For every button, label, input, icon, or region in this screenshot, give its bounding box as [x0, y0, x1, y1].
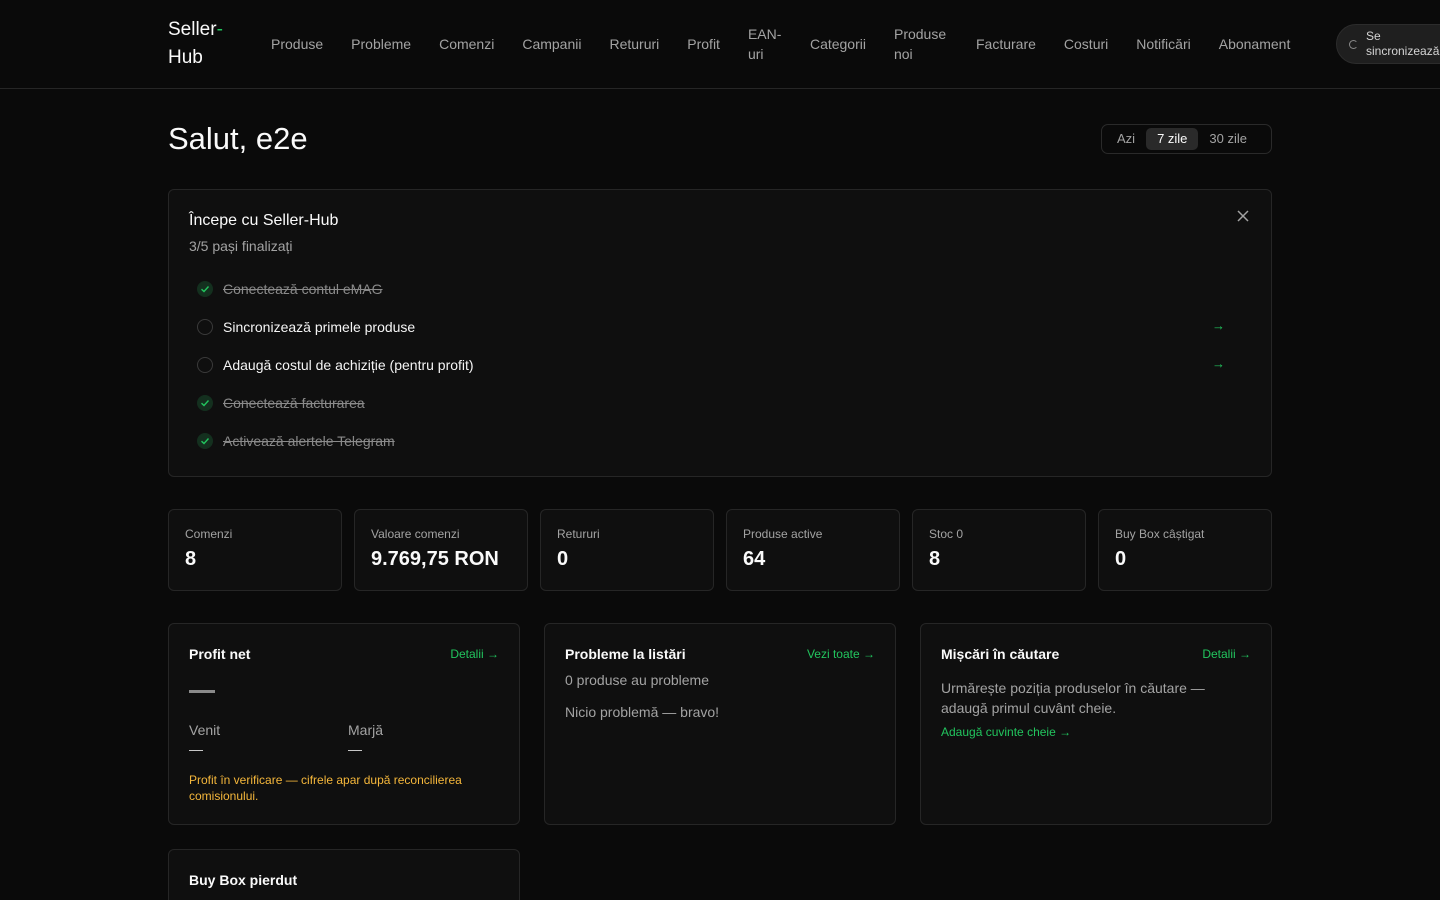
nav-categorii[interactable]: Categorii — [796, 34, 880, 54]
main-nav: Produse Probleme Comenzi Campanii Returu… — [257, 0, 1304, 88]
arrow-right-icon[interactable]: → — [1212, 356, 1225, 371]
search-movements-panel: Mișcări în căutare Detalii → Urmărește p… — [920, 623, 1272, 825]
stat-card-orders[interactable]: Comenzi 8 — [168, 509, 342, 591]
nav-probleme[interactable]: Probleme — [337, 34, 425, 54]
stat-label: Comenzi — [185, 527, 233, 541]
nav-abonament[interactable]: Abonament — [1205, 34, 1305, 54]
panel-title: Profit net — [189, 646, 251, 662]
stat-value: 0 — [557, 548, 569, 570]
issues-count: 0 produse au probleme — [565, 672, 709, 688]
onboarding-step: Activează alertele Telegram — [197, 429, 1253, 453]
stat-card-returns[interactable]: Retururi 0 — [540, 509, 714, 591]
check-icon — [197, 395, 213, 411]
onboarding-title: Începe cu Seller-Hub — [189, 212, 339, 229]
nav-costuri[interactable]: Costuri — [1050, 34, 1122, 54]
date-range-selector: Azi 7 zile 30 zile — [1101, 124, 1272, 154]
onboarding-step-label: Activează alertele Telegram — [223, 433, 395, 449]
logo-text-hub: Hub — [168, 47, 203, 68]
logo-dash: - — [216, 19, 223, 40]
profit-empty-value — [189, 690, 215, 693]
empty-circle-icon — [197, 357, 213, 373]
nav-profit[interactable]: Profit — [673, 34, 734, 54]
logo[interactable]: Seller- Hub — [168, 16, 238, 72]
range-option-7-days[interactable]: 7 zile — [1146, 128, 1199, 150]
panel-title: Buy Box pierdut — [189, 872, 298, 888]
revenue-value: — — [189, 741, 203, 757]
sync-status-button[interactable]: Se sincronizează — [1336, 24, 1440, 64]
nav-produse-noi[interactable]: Produse noi — [880, 24, 962, 64]
margin-label: Marjă — [348, 722, 384, 738]
onboarding-progress: 3/5 pași finalizați — [189, 238, 293, 254]
onboarding-step[interactable]: Sincronizează primele produse → — [197, 315, 1253, 339]
stat-value: 0 — [1115, 548, 1127, 570]
nav-comenzi[interactable]: Comenzi — [425, 34, 508, 54]
stat-label: Buy Box câștigat — [1115, 527, 1205, 541]
stat-card-active-products[interactable]: Produse active 64 — [726, 509, 900, 591]
stat-card-buybox-won[interactable]: Buy Box câștigat 0 — [1098, 509, 1272, 591]
listing-issues-panel: Probleme la listări Vezi toate → 0 produ… — [544, 623, 896, 825]
stat-value: 8 — [929, 548, 941, 570]
stat-value: 64 — [743, 548, 766, 570]
close-icon[interactable] — [1235, 210, 1251, 226]
stat-card-zero-stock[interactable]: Stoc 0 8 — [912, 509, 1086, 591]
onboarding-step-label: Conectează contul eMAG — [223, 281, 383, 297]
view-all-link[interactable]: Vezi toate → — [807, 647, 875, 661]
onboarding-card: Începe cu Seller-Hub 3/5 pași finalizați… — [168, 189, 1272, 477]
onboarding-step-label: Conectează facturarea — [223, 395, 365, 411]
nav-ean-uri[interactable]: EAN-uri — [734, 24, 796, 64]
panel-title: Mișcări în căutare — [941, 646, 1060, 662]
stat-value: 8 — [185, 548, 197, 570]
stat-label: Stoc 0 — [929, 527, 964, 541]
nav-campanii[interactable]: Campanii — [508, 34, 595, 54]
stat-label: Valoare comenzi — [371, 527, 460, 541]
revenue-label: Venit — [189, 722, 221, 738]
nav-facturare[interactable]: Facturare — [962, 34, 1050, 54]
nav-produse[interactable]: Produse — [257, 34, 337, 54]
empty-circle-icon — [197, 319, 213, 335]
range-option-today[interactable]: Azi — [1106, 128, 1146, 150]
stat-label: Retururi — [557, 527, 600, 541]
onboarding-step: Conectează facturarea — [197, 391, 1253, 415]
top-navigation-bar: Seller- Hub Produse Probleme Comenzi Cam… — [0, 0, 1440, 89]
stat-card-order-value[interactable]: Valoare comenzi 9.769,75 RON — [354, 509, 528, 591]
page-title: Salut, e2e — [168, 121, 308, 156]
add-keywords-link[interactable]: Adaugă cuvinte cheie → — [941, 725, 1071, 739]
logo-text-seller: Seller — [168, 19, 217, 40]
stat-label: Produse active — [743, 527, 823, 541]
onboarding-step: Conectează contul eMAG — [197, 277, 1253, 301]
profit-warning: Profit în verificare — cifrele apar după… — [189, 773, 462, 803]
profit-details-link[interactable]: Detalii → — [450, 647, 499, 661]
check-icon — [197, 433, 213, 449]
check-icon — [197, 281, 213, 297]
search-details-link[interactable]: Detalii → — [1202, 647, 1251, 661]
arrow-right-icon[interactable]: → — [1212, 318, 1225, 333]
panel-title: Probleme la listări — [565, 646, 686, 662]
spinner-icon — [1349, 39, 1358, 49]
buybox-lost-panel: Buy Box pierdut — [168, 849, 520, 900]
onboarding-step-label: Adaugă costul de achiziție (pentru profi… — [223, 357, 474, 373]
stat-value: 9.769,75 RON — [371, 548, 499, 570]
onboarding-step-label: Sincronizează primele produse — [223, 319, 416, 335]
onboarding-step[interactable]: Adaugă costul de achiziție (pentru profi… — [197, 353, 1253, 377]
search-description: Urmărește poziția produselor în căutare … — [941, 680, 1205, 716]
sync-status-label: Se sincronizează — [1366, 29, 1440, 58]
nav-retururi[interactable]: Retururi — [595, 34, 673, 54]
profit-panel: Profit net Detalii → Venit — Marjă — Pro… — [168, 623, 520, 825]
range-option-30-days[interactable]: 30 zile — [1198, 128, 1258, 150]
nav-notificari[interactable]: Notificări — [1122, 34, 1204, 54]
margin-value: — — [348, 741, 362, 757]
issues-empty-message: Nicio problemă — bravo! — [565, 704, 720, 720]
